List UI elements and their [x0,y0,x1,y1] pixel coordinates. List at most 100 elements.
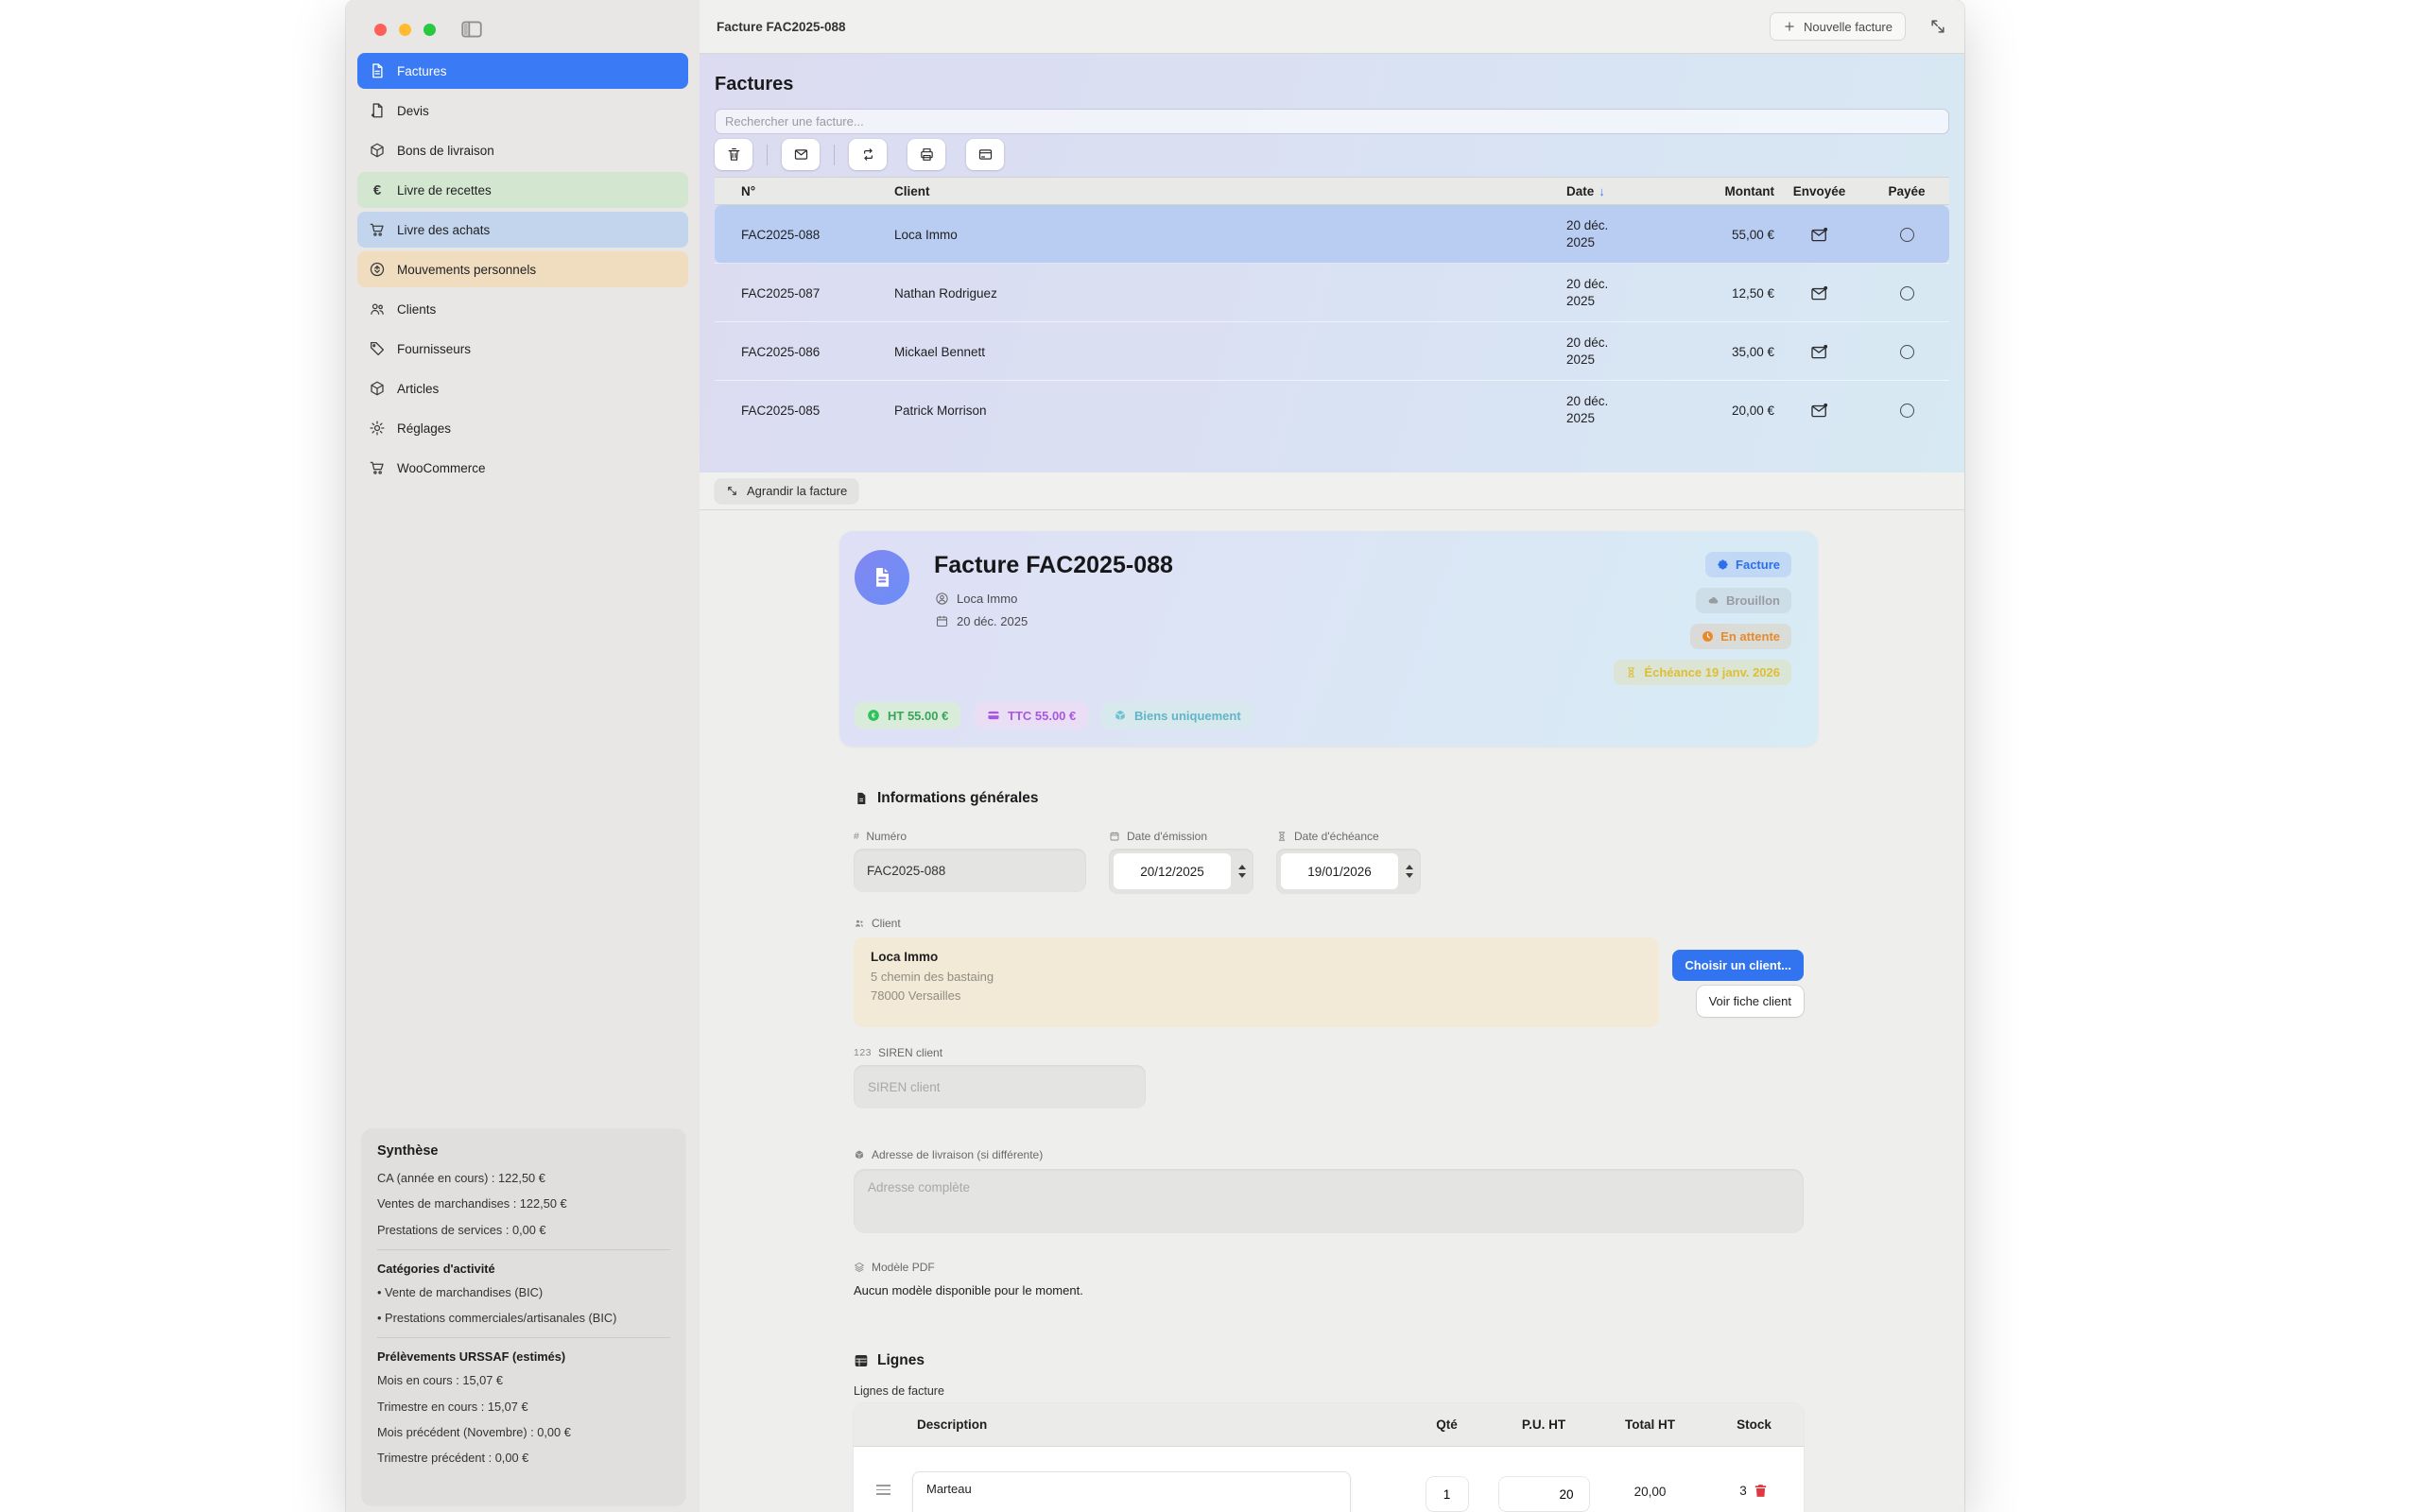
sidebar-item-label: Livre de recettes [397,183,492,198]
sent-envelope-icon [1810,403,1828,419]
calendar-icon [1109,831,1120,842]
payment-button[interactable] [966,139,1004,170]
emission-date-value[interactable]: 20/12/2025 [1114,853,1231,889]
send-email-button[interactable] [782,139,820,170]
date-stepper[interactable] [1403,865,1415,878]
table-row[interactable]: FAC2025-085 Patrick Morrison 20 déc. 202… [715,381,1949,439]
sidebar-item-livre-des-achats[interactable]: Livre des achats [357,212,688,248]
col-header-date[interactable]: Date ↓ [1543,184,1666,198]
sort-descending-icon: ↓ [1599,184,1605,198]
date-stepper[interactable] [1236,865,1248,878]
people-icon [854,918,865,929]
expand-window-icon[interactable] [1928,17,1947,36]
stepper-down-icon[interactable] [1238,873,1246,878]
sidebar-item-fournisseurs[interactable]: Fournisseurs [357,331,688,367]
line-qty-input[interactable] [1426,1477,1468,1511]
sidebar-item-articles[interactable]: Articles [357,370,688,406]
synthese-prestations: Prestations de services : 0,00 € [377,1222,670,1238]
expand-invoice-bar: Agrandir la facture [700,472,1964,510]
unpaid-circle-icon[interactable] [1900,404,1914,418]
layers-icon [854,1262,865,1273]
col-header-num[interactable]: N° [715,184,890,198]
delete-line-trash-icon[interactable] [1753,1483,1769,1499]
trash-icon [726,146,742,163]
stepper-up-icon[interactable] [1406,865,1413,869]
expand-invoice-button[interactable]: Agrandir la facture [715,479,858,504]
emission-date-field[interactable]: 20/12/2025 [1109,849,1253,894]
invoice-client-name: Loca Immo [957,592,1017,606]
printer-icon [919,146,935,163]
status-badge-label: Facture [1736,558,1780,572]
euro-circle-icon: € [867,709,880,722]
close-window-button[interactable] [374,24,387,36]
unpaid-circle-icon[interactable] [1900,228,1914,242]
sidebar-item-livre-de-recettes[interactable]: € Livre de recettes [357,172,688,208]
drag-handle-icon[interactable] [854,1485,912,1495]
table-row[interactable]: FAC2025-088 Loca Immo 20 déc. 2025 55,00… [715,205,1949,264]
sidebar: Factures Devis Bons de livraison € Livre… [346,0,700,1512]
col-header-pu: P.U. HT [1492,1418,1596,1432]
sidebar-toggle-icon[interactable] [459,17,484,42]
col-header-client[interactable]: Client [890,184,1543,198]
unpaid-circle-icon[interactable] [1900,286,1914,301]
convert-invoice-button[interactable] [849,139,887,170]
stepper-up-icon[interactable] [1238,865,1246,869]
col-header-sent[interactable]: Envoyée [1774,184,1864,198]
clock-icon [1702,630,1714,643]
sidebar-item-woocommerce[interactable]: WooCommerce [357,450,688,486]
cell-amount: 55,00 € [1666,228,1774,242]
gear-icon [369,420,386,437]
synthese-mois: Mois en cours : 15,07 € [377,1372,670,1388]
table-row[interactable]: FAC2025-086 Mickael Bennett 20 déc. 2025… [715,322,1949,381]
print-button[interactable] [908,139,945,170]
cloud-icon [1707,594,1720,607]
sidebar-item-label: Devis [397,104,429,118]
synthese-trimestre-prec: Trimestre précédent : 0,00 € [377,1450,670,1466]
sidebar-item-factures[interactable]: Factures [357,53,688,89]
sidebar-item-bons-de-livraison[interactable]: Bons de livraison [357,132,688,168]
line-description-textarea[interactable] [912,1471,1351,1512]
new-invoice-button[interactable]: Nouvelle facture [1770,12,1906,41]
numero-input[interactable] [854,849,1086,892]
sent-envelope-icon [1810,285,1828,301]
col-header-total: Total HT [1596,1418,1704,1432]
minimize-window-button[interactable] [399,24,411,36]
search-input[interactable] [715,109,1949,134]
line-pu-input[interactable] [1499,1477,1589,1511]
list-toolbar [715,139,1949,170]
client-label: Client [854,917,1804,930]
invoice-date-meta: 20 déc. 2025 [935,614,1028,628]
new-invoice-label: Nouvelle facture [1804,20,1893,34]
col-header-paid[interactable]: Payée [1864,184,1949,198]
lines-table: Description Qté P.U. HT Total HT Stock 2… [854,1403,1804,1512]
euro-icon: € [369,181,386,198]
sidebar-item-clients[interactable]: Clients [357,291,688,327]
synthese-panel: Synthèse CA (année en cours) : 122,50 € … [362,1129,685,1505]
hourglass-icon [1276,831,1288,842]
echeance-date-value[interactable]: 19/01/2026 [1281,853,1398,889]
table-row[interactable]: FAC2025-087 Nathan Rodriguez 20 déc. 202… [715,264,1949,322]
cell-num: FAC2025-087 [715,286,890,301]
status-badge-echeance: Échéance 19 janv. 2026 [1614,660,1791,685]
sidebar-item-mouvements-personnels[interactable]: Mouvements personnels [357,251,688,287]
cell-amount: 12,50 € [1666,286,1774,301]
choose-client-button[interactable]: Choisir un client... [1672,950,1804,981]
delete-invoice-button[interactable] [715,139,752,170]
view-client-button[interactable]: Voir fiche client [1697,986,1804,1017]
unpaid-circle-icon[interactable] [1900,345,1914,359]
zoom-window-button[interactable] [424,24,436,36]
stepper-down-icon[interactable] [1406,873,1413,878]
invoice-table: N° Client Date ↓ Montant Envoyée Payée F… [715,177,1949,439]
synthese-urssaf-title: Prélèvements URSSAF (estimés) [377,1349,670,1364]
status-badge-label: En attente [1720,629,1780,644]
col-header-date-label: Date [1566,184,1594,198]
cell-num: FAC2025-085 [715,404,890,418]
sidebar-item-devis[interactable]: Devis [357,93,688,129]
echeance-date-field[interactable]: 19/01/2026 [1276,849,1421,894]
sidebar-item-reglages[interactable]: Réglages [357,410,688,446]
col-header-qty: Qté [1402,1418,1492,1432]
siren-input[interactable] [854,1065,1146,1108]
hourglass-icon [1625,666,1637,679]
col-header-amount[interactable]: Montant [1666,184,1774,198]
delivery-address-textarea[interactable] [854,1169,1804,1233]
